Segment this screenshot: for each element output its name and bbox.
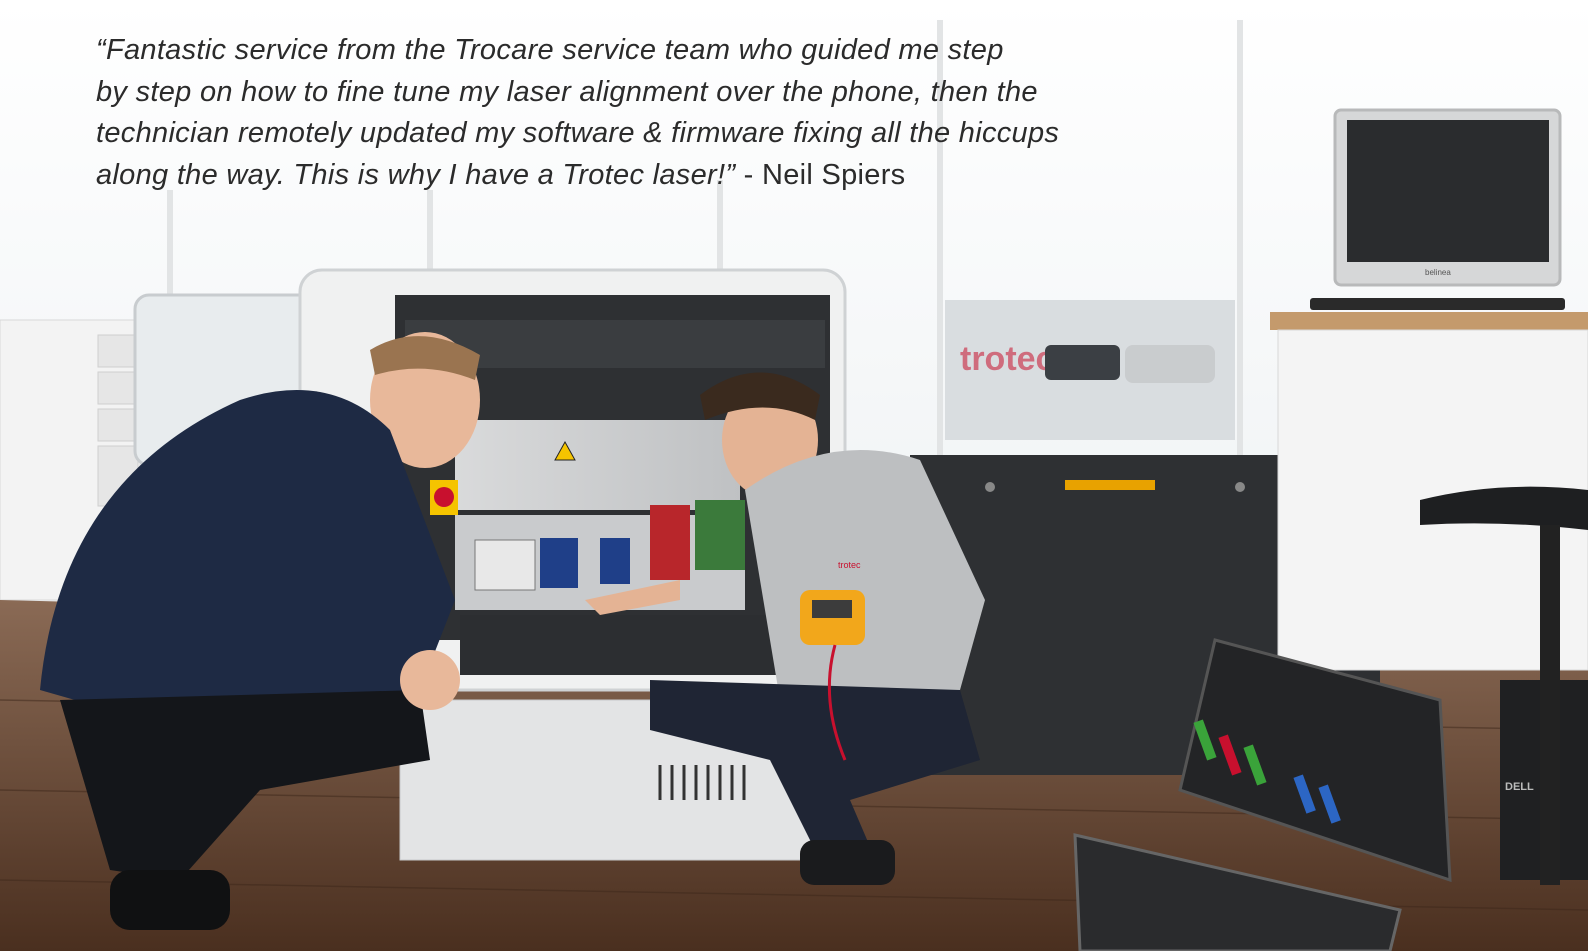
- quote-line: technician remotely updated my software …: [96, 117, 1060, 149]
- keyboard: [1310, 298, 1565, 310]
- quote-last-line: along the way. This is why I have a Trot…: [96, 155, 1216, 197]
- quote-line: along the way. This is why I have a Trot…: [96, 158, 736, 191]
- screw-icon: [1235, 482, 1245, 492]
- testimonial-quote: “Fantastic service from the Trocare serv…: [96, 30, 1216, 196]
- polo-logo: trotec: [838, 560, 861, 570]
- parked-car-silver: [1125, 345, 1215, 383]
- warning-label: [1065, 480, 1155, 490]
- pc-brand: DELL: [1505, 781, 1534, 793]
- chair-post: [1540, 525, 1560, 885]
- quote-attribution: - Neil Spiers: [735, 158, 906, 191]
- monitor-screen: [1347, 120, 1549, 262]
- desk-top: [1270, 312, 1588, 330]
- quote-line: “Fantastic service from the Trocare serv…: [96, 34, 1004, 66]
- window-sign: trotec: [960, 340, 1054, 378]
- parked-car-dark: [1045, 345, 1120, 380]
- screw-icon: [985, 482, 995, 492]
- upper-mount-plate: [455, 420, 740, 510]
- quote-line: by step on how to fine tune my laser ali…: [96, 75, 1038, 108]
- monitor-brand: belinea: [1425, 268, 1451, 277]
